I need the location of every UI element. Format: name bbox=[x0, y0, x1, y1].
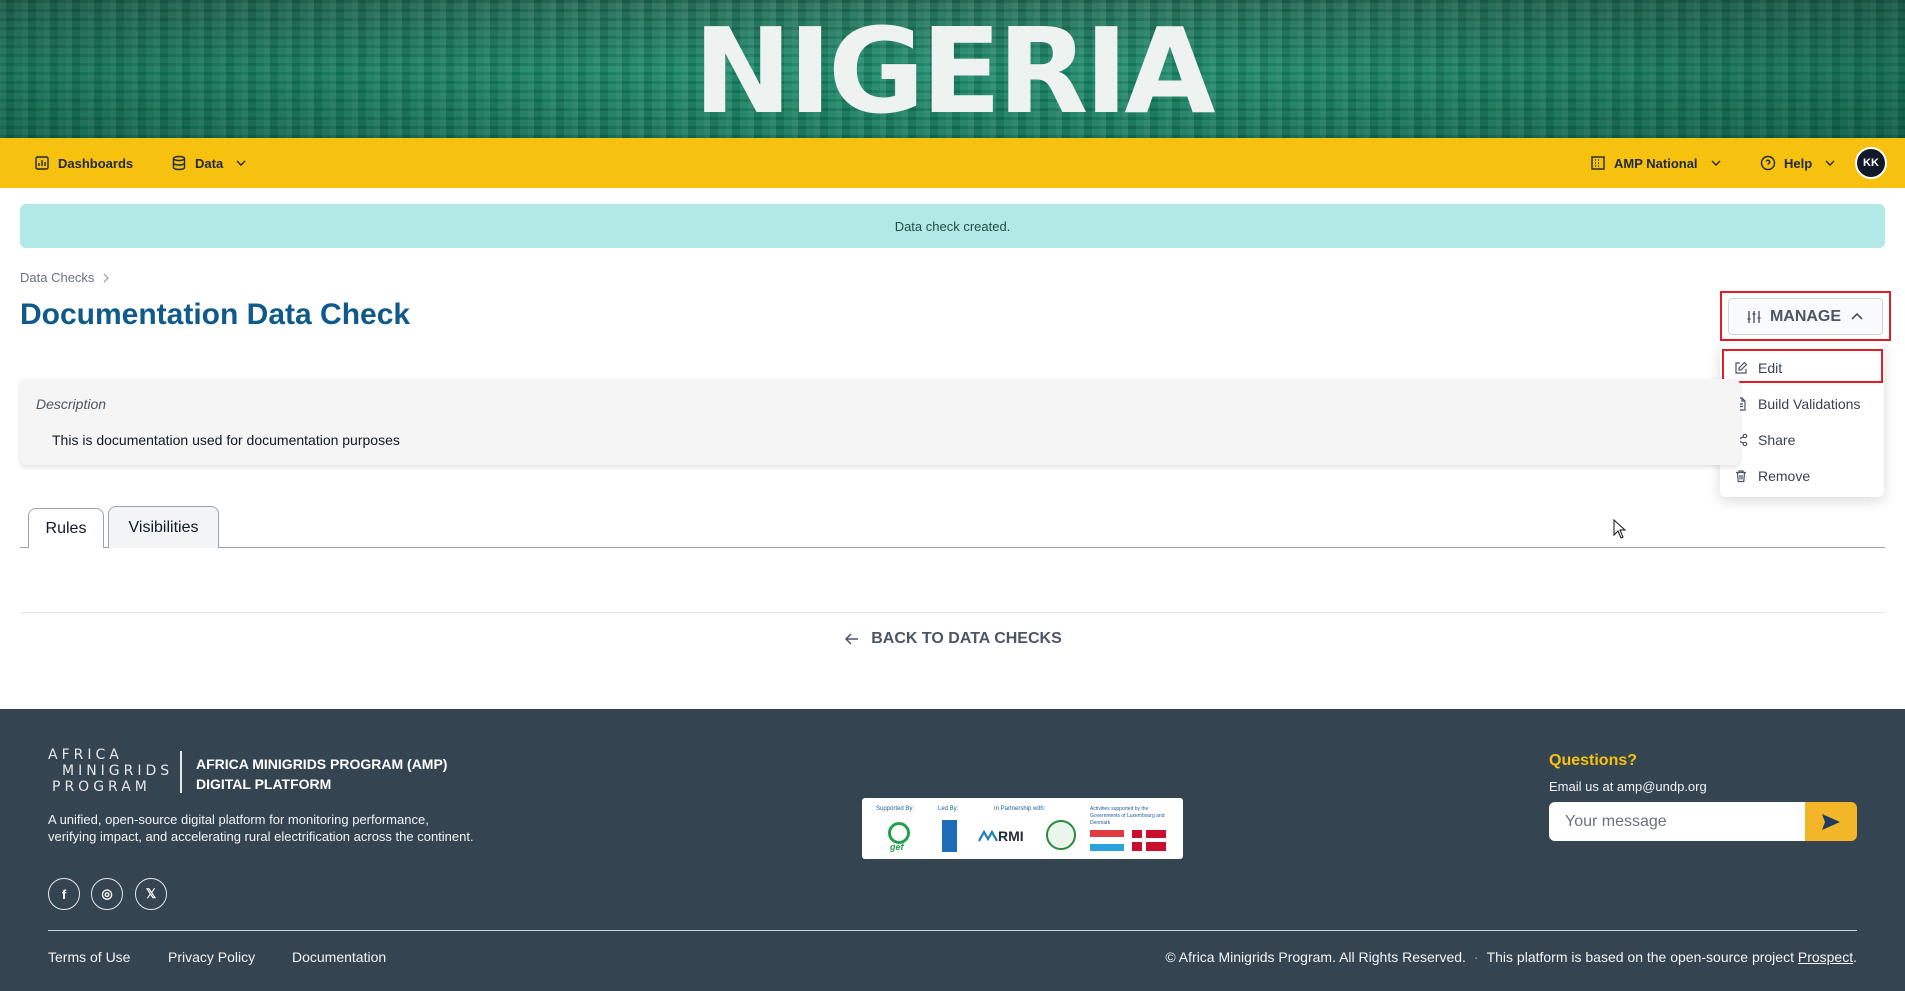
description-text: This is documentation used for documenta… bbox=[52, 432, 400, 448]
platform-name-line: DIGITAL PLATFORM bbox=[196, 776, 332, 792]
description-card: Description This is documentation used f… bbox=[20, 379, 1740, 465]
back-to-data-checks-link[interactable]: BACK TO DATA CHECKS bbox=[0, 630, 1905, 648]
documentation-link[interactable]: Documentation bbox=[292, 949, 386, 965]
africa-logo bbox=[1046, 820, 1076, 850]
gef-logo bbox=[888, 822, 910, 844]
tab-visibilities[interactable]: Visibilities bbox=[108, 506, 219, 548]
facebook-icon[interactable]: f bbox=[48, 878, 80, 910]
building-icon bbox=[1591, 156, 1605, 170]
platform-note: This platform is based on the open-sourc… bbox=[1487, 949, 1857, 965]
gef-label: gef bbox=[890, 842, 904, 852]
partnership-label: In Partnership with: bbox=[994, 806, 1046, 812]
platform-note-text: This platform is based on the open-sourc… bbox=[1486, 949, 1794, 965]
contact-email: Email us at amp@undp.org bbox=[1549, 779, 1707, 794]
logo-line: PROGRAM bbox=[52, 779, 151, 795]
nav-data[interactable]: Data bbox=[171, 138, 247, 188]
sliders-icon bbox=[1747, 310, 1761, 323]
bar-chart-icon bbox=[35, 156, 49, 170]
alert-message: Data check created. bbox=[894, 218, 1011, 234]
breadcrumb-data-checks[interactable]: Data Checks bbox=[20, 270, 94, 285]
send-button[interactable] bbox=[1805, 802, 1857, 841]
send-icon bbox=[1822, 813, 1840, 830]
section-divider bbox=[20, 612, 1885, 613]
menu-item-share[interactable]: Share bbox=[1734, 428, 1795, 452]
menu-item-label: Build Validations bbox=[1758, 396, 1861, 412]
copyright-bar: © Africa Minigrids Program. All Rights R… bbox=[1165, 949, 1857, 965]
led-by-label: Led By: bbox=[938, 806, 959, 812]
menu-item-build-validations[interactable]: Build Validations bbox=[1734, 392, 1860, 416]
tab-label: Rules bbox=[45, 519, 87, 537]
rmi-mark-icon bbox=[978, 830, 998, 842]
chevron-down-icon bbox=[1711, 160, 1721, 166]
mouse-cursor-icon bbox=[1613, 519, 1627, 539]
undp-logo bbox=[942, 820, 957, 852]
chevron-up-icon bbox=[1851, 312, 1863, 320]
nav-data-label: Data bbox=[195, 155, 224, 171]
success-alert: Data check created. bbox=[20, 204, 1885, 248]
message-input[interactable] bbox=[1549, 802, 1805, 841]
site-footer: AFRICA MINIGRIDS PROGRAM AFRICA MINIGRID… bbox=[0, 709, 1905, 991]
menu-item-label: Remove bbox=[1758, 468, 1811, 484]
tab-label: Visibilities bbox=[128, 518, 199, 536]
terms-link[interactable]: Terms of Use bbox=[48, 949, 130, 965]
back-link-label: BACK TO DATA CHECKS bbox=[871, 630, 1062, 647]
rmi-label: RMI bbox=[998, 828, 1024, 844]
nav-help-label: Help bbox=[1784, 155, 1813, 171]
separator-dot: · bbox=[1473, 949, 1479, 965]
x-twitter-icon[interactable]: 𝕏 bbox=[135, 878, 167, 910]
trash-icon bbox=[1736, 470, 1746, 483]
arrow-left-icon bbox=[845, 633, 859, 645]
nav-org-switcher[interactable]: AMP National bbox=[1590, 138, 1722, 188]
partner-logos: Supported By: Led By: In Partnership wit… bbox=[862, 798, 1183, 859]
page-title: Documentation Data Check bbox=[20, 298, 411, 331]
menu-item-label: Share bbox=[1758, 432, 1796, 448]
chevron-down-icon bbox=[236, 160, 246, 166]
luxembourg-flag bbox=[1090, 830, 1124, 851]
prospect-link[interactable]: Prospect bbox=[1798, 949, 1853, 965]
logo-line: MINIGRIDS bbox=[62, 763, 174, 779]
platform-name: AFRICA MINIGRIDS PROGRAM (AMP) DIGITAL P… bbox=[196, 754, 496, 794]
hero-banner: NIGERIA bbox=[0, 0, 1905, 138]
database-icon bbox=[172, 155, 186, 171]
nav-help[interactable]: Help bbox=[1760, 138, 1836, 188]
manage-label: MANAGE bbox=[1769, 307, 1842, 325]
logo-divider bbox=[180, 751, 182, 793]
description-label: Description bbox=[36, 396, 107, 412]
instagram-icon[interactable]: ◎ bbox=[91, 878, 123, 910]
copyright-text: © Africa Minigrids Program. All Rights R… bbox=[1165, 949, 1466, 965]
nav-dashboards[interactable]: Dashboards bbox=[34, 138, 133, 188]
nav-dashboards-label: Dashboards bbox=[58, 155, 134, 171]
privacy-link[interactable]: Privacy Policy bbox=[168, 949, 255, 965]
breadcrumb: Data Checks bbox=[20, 270, 110, 285]
denmark-flag bbox=[1132, 830, 1166, 851]
amp-logo: AFRICA MINIGRIDS PROGRAM bbox=[48, 747, 174, 797]
user-avatar[interactable]: KK bbox=[1855, 147, 1887, 179]
manage-button[interactable]: MANAGE bbox=[1728, 298, 1883, 335]
period: . bbox=[1853, 949, 1857, 965]
banner-title: NIGERIA bbox=[693, 2, 1215, 138]
logo-line: AFRICA bbox=[48, 747, 123, 763]
edit-highlight-frame bbox=[1722, 349, 1883, 383]
platform-name-line: AFRICA MINIGRIDS PROGRAM (AMP) bbox=[196, 756, 448, 772]
tabs-underline bbox=[20, 547, 1885, 548]
footer-description: A unified, open-source digital platform … bbox=[48, 812, 474, 844]
menu-item-remove[interactable]: Remove bbox=[1734, 464, 1810, 488]
help-circle-icon bbox=[1760, 155, 1776, 171]
chevron-right-icon bbox=[103, 273, 110, 282]
top-navbar: Dashboards Data AMP National Help KK bbox=[0, 138, 1905, 188]
nav-org-label: AMP National bbox=[1614, 155, 1698, 171]
activities-label: Activities supported by the Governments … bbox=[1090, 806, 1165, 826]
footer-divider bbox=[48, 930, 1857, 931]
chevron-down-icon bbox=[1825, 160, 1835, 166]
supported-by-label: Supported By: bbox=[876, 806, 915, 812]
tab-rules[interactable]: Rules bbox=[28, 508, 104, 548]
questions-heading: Questions? bbox=[1549, 752, 1638, 769]
